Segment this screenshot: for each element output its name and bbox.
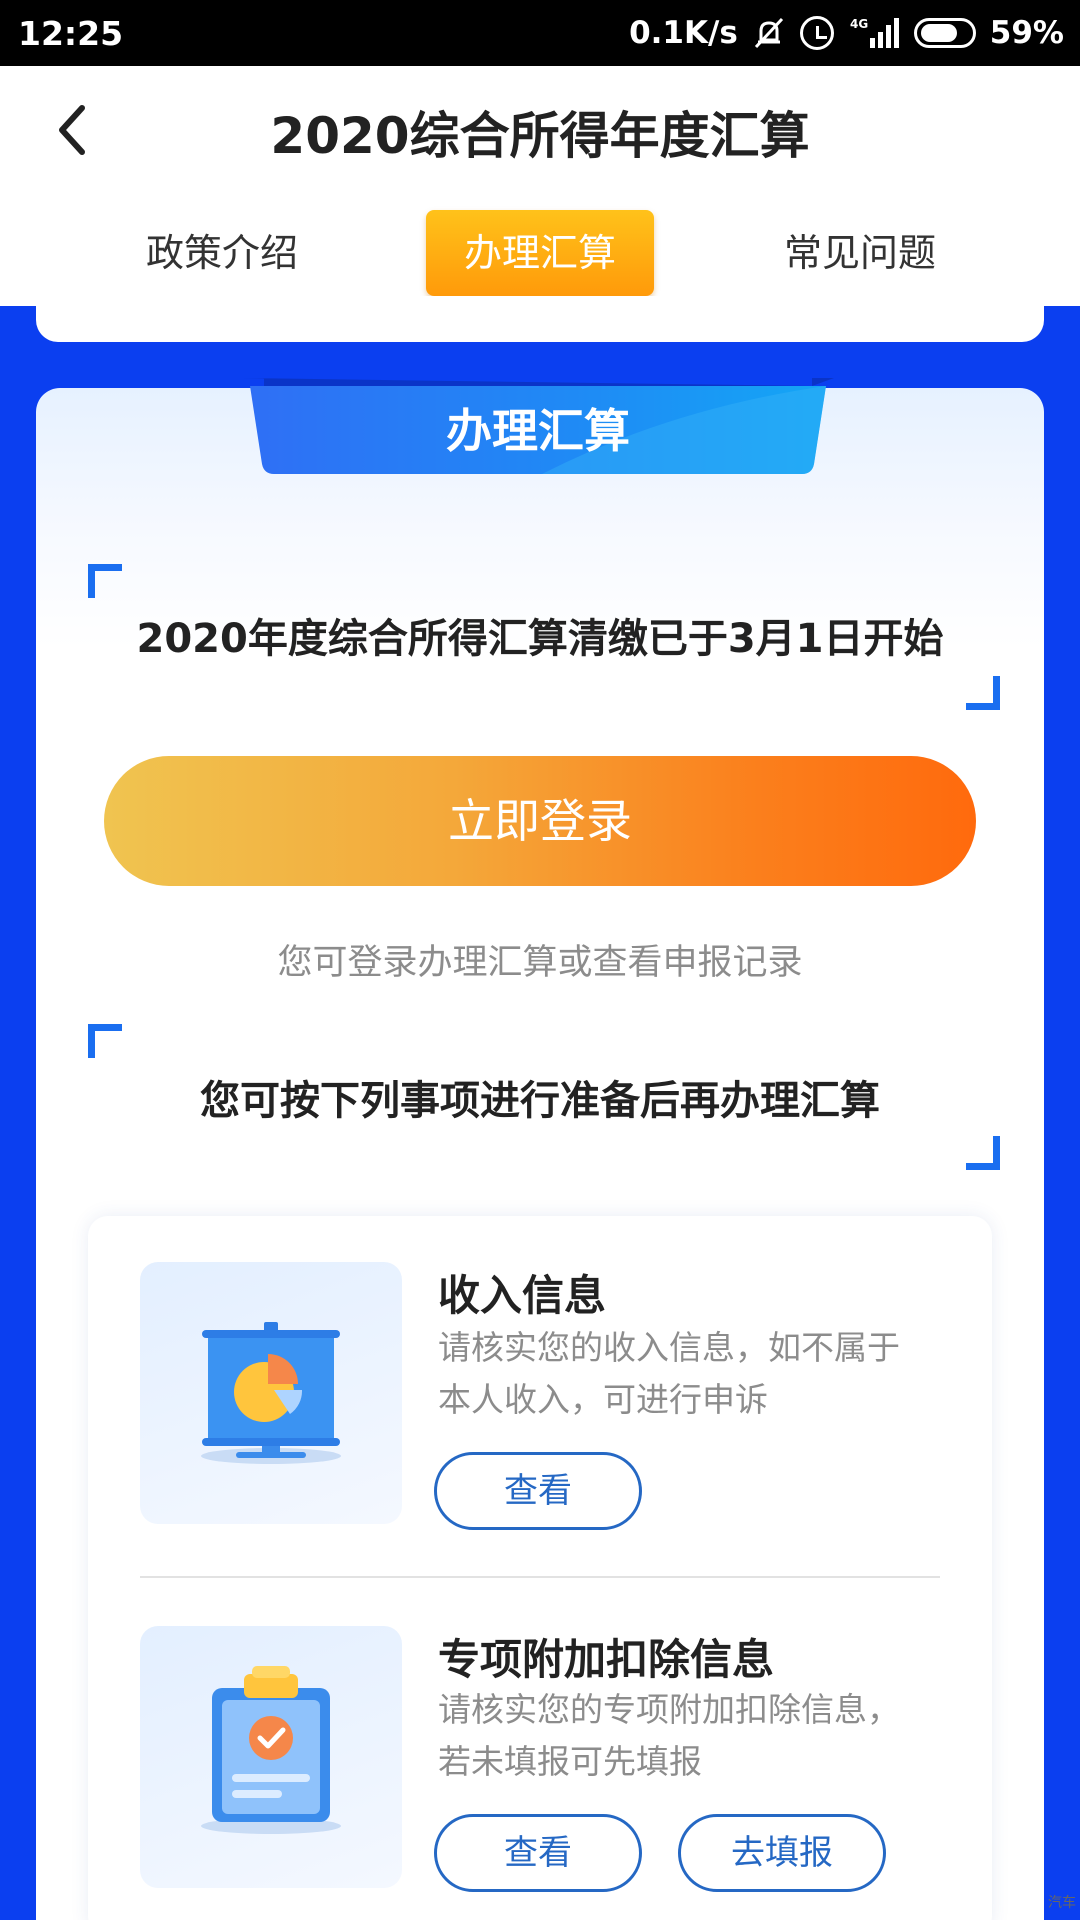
item-divider [140, 1576, 940, 1578]
item-desc-income: 请核实您的收入信息，如不属于 本人收入，可进行申诉 [438, 1322, 938, 1426]
desc-line: 若未填报可先填报 [438, 1742, 702, 1781]
login-button[interactable]: 立即登录 [104, 756, 976, 886]
tab-faq[interactable]: 常见问题 [750, 210, 970, 296]
status-indicators: 0.1K/s 4G 59% [629, 15, 1064, 51]
presentation-chart-icon [201, 1322, 341, 1464]
corner-bracket-bottom-right [966, 1136, 1000, 1170]
ribbon-title: 办理汇算 [446, 404, 630, 458]
alarm-icon [799, 16, 834, 50]
status-time: 12:25 [18, 13, 124, 53]
income-thumbnail [140, 1262, 402, 1524]
deduction-thumbnail [140, 1626, 402, 1888]
network-type: 4G [850, 17, 868, 31]
notice-start-date: 2020年度综合所得汇算清缴已于3月1日开始 [136, 616, 944, 662]
item-title-deduction: 专项附加扣除信息 [438, 1635, 775, 1684]
fill-deduction-button[interactable]: 去填报 [678, 1814, 886, 1892]
page-title: 2020综合所得年度汇算 [270, 107, 810, 165]
notice-prepare: 您可按下列事项进行准备后再办理汇算 [200, 1078, 880, 1124]
header-card-edge [36, 296, 1044, 342]
header: 2020综合所得年度汇算 政策介绍 办理汇算 常见问题 [0, 66, 1080, 306]
network-speed: 0.1K/s [629, 15, 738, 51]
desc-line: 本人收入，可进行申诉 [438, 1380, 768, 1419]
tab-policy[interactable]: 政策介绍 [112, 210, 332, 296]
item-desc-deduction: 请核实您的专项附加扣除信息， 若未填报可先填报 [438, 1684, 938, 1788]
tab-bar: 政策介绍 办理汇算 常见问题 [0, 210, 1080, 296]
clipboard-check-icon [201, 1666, 341, 1834]
item-title-income: 收入信息 [438, 1271, 607, 1320]
muted-bell-icon [752, 16, 786, 50]
corner-bracket-top-left [88, 564, 122, 598]
corner-bracket-bottom-right [966, 676, 1000, 710]
login-hint: 您可登录办理汇算或查看申报记录 [277, 943, 803, 983]
tab-process[interactable]: 办理汇算 [426, 210, 654, 296]
battery-percent: 59% [989, 15, 1064, 51]
view-income-button[interactable]: 查看 [434, 1452, 642, 1530]
desc-line: 请核实您的收入信息，如不属于 [438, 1328, 900, 1367]
signal-icon: 4G [848, 16, 900, 50]
desc-line: 请核实您的专项附加扣除信息， [438, 1690, 900, 1729]
battery-icon [913, 18, 976, 48]
view-deduction-button[interactable]: 查看 [434, 1814, 642, 1892]
status-bar: 12:25 0.1K/s 4G 59% [0, 0, 1080, 66]
corner-bracket-top-left [88, 1024, 122, 1058]
watermark: 汽车 [1048, 1895, 1076, 1911]
